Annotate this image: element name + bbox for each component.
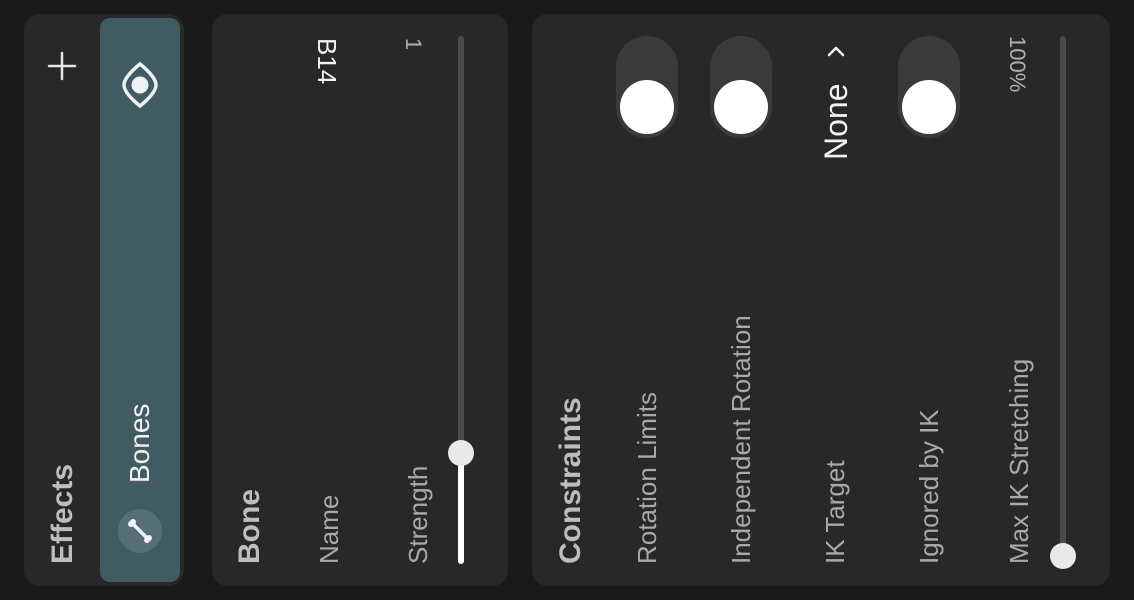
toggle-knob — [620, 80, 674, 134]
bone-icon — [118, 509, 162, 553]
constraints-title: Constraints — [554, 397, 587, 564]
visibility-toggle[interactable] — [120, 61, 160, 109]
independent-rotation-toggle[interactable] — [710, 36, 772, 138]
name-label: Name — [314, 494, 344, 564]
eye-icon — [122, 61, 158, 109]
max-ik-stretching-value: 100% — [1005, 36, 1030, 93]
independent-rotation-label: Independent Rotation — [726, 315, 756, 564]
toggle-knob — [902, 80, 956, 134]
rotation-limits-toggle[interactable] — [616, 36, 678, 138]
ignored-by-ik-label: Ignored by IK — [914, 409, 944, 564]
effects-panel: Effects Bones — [24, 14, 184, 586]
bone-title: Bone — [233, 489, 266, 564]
max-ik-stretching-thumb[interactable] — [1050, 543, 1076, 569]
bones-layer-label: Bones — [124, 403, 155, 483]
strength-slider-fill — [458, 453, 464, 564]
strength-value: 1 — [401, 38, 426, 51]
ik-target-label: IK Target — [820, 460, 850, 564]
plus-icon — [47, 51, 77, 81]
strength-slider[interactable] — [448, 36, 474, 564]
effects-title: Effects — [46, 463, 79, 564]
max-ik-stretching-label: Max IK Stretching — [1004, 358, 1034, 564]
ik-target-dropdown[interactable]: None — [816, 40, 856, 164]
rotation-limits-label: Rotation Limits — [632, 392, 662, 564]
strength-slider-thumb[interactable] — [448, 440, 474, 467]
add-effect-button[interactable] — [46, 50, 78, 82]
toggle-knob — [714, 80, 768, 134]
strength-label: Strength — [403, 465, 433, 564]
bone-panel: Bone Name B14 Strength 1 — [212, 14, 508, 586]
ik-target-value: None — [818, 83, 854, 161]
constraints-panel: Constraints Rotation Limits Independent … — [532, 14, 1110, 586]
bones-layer-item[interactable]: Bones — [100, 18, 180, 582]
ignored-by-ik-toggle[interactable] — [898, 36, 960, 138]
chevron-up-icon — [827, 46, 845, 57]
max-ik-stretching-slider[interactable] — [1050, 36, 1076, 569]
name-value[interactable]: B14 — [312, 38, 342, 84]
